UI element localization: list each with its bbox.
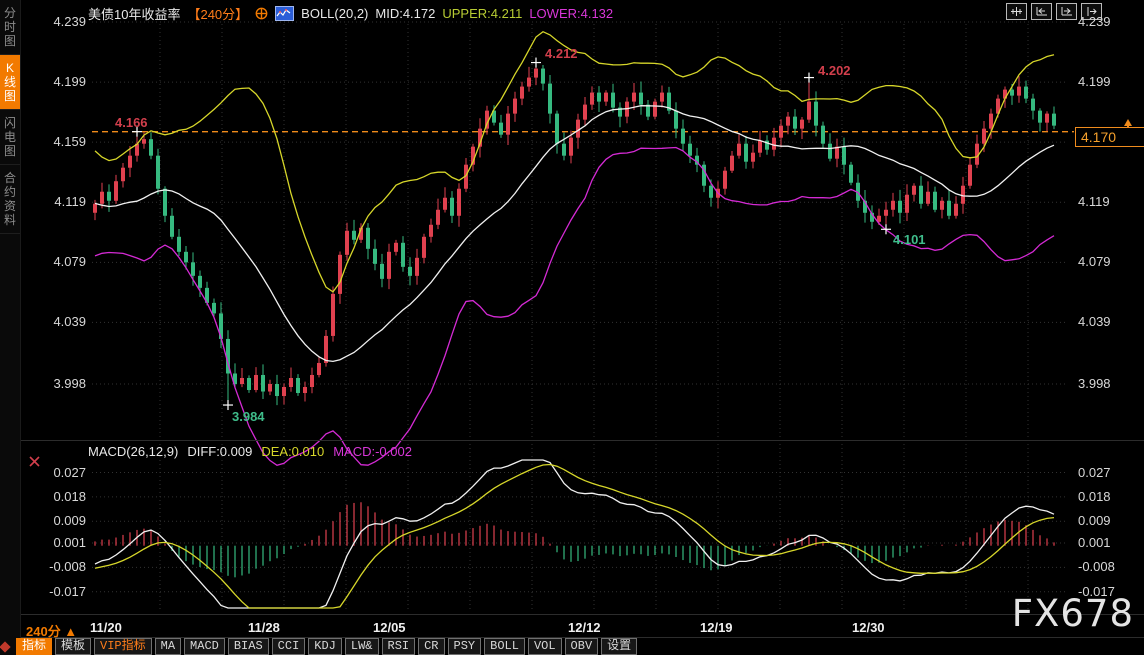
axis-tick-label: 0.009 — [24, 513, 86, 529]
pan-crosshair-icon[interactable] — [1006, 3, 1027, 20]
date-tick-label: 12/19 — [700, 620, 733, 635]
toolbar-button[interactable]: BOLL — [484, 638, 525, 655]
target-icon[interactable] — [255, 7, 268, 20]
axis-tick-label: 0.009 — [1078, 513, 1111, 529]
axis-tick-label: 0.001 — [24, 535, 86, 551]
chart-canvas[interactable] — [0, 0, 1144, 655]
symbol-title: 美债10年收益率 — [88, 4, 180, 23]
mini-chart-icon[interactable] — [275, 6, 294, 21]
macd-name-label: MACD(26,12,9) — [88, 444, 178, 459]
boll-mid-value: MID:4.172 — [375, 6, 435, 21]
date-tick-label: 12/05 — [373, 620, 406, 635]
macd-hist-value: MACD:-0.002 — [333, 444, 412, 459]
sidebar-item-tab[interactable]: 合约资料 — [0, 165, 20, 234]
toolbar-button[interactable]: KDJ — [308, 638, 342, 655]
toolbar-button[interactable]: VOL — [528, 638, 562, 655]
zoom-y-axis-icon[interactable] — [1056, 3, 1077, 20]
toolbar-button[interactable]: 指标 — [16, 638, 52, 655]
chart-header: 美债10年收益率 【240分】 BOLL(20,2) MID:4.172 UPP… — [88, 4, 613, 23]
zoom-x-axis-icon[interactable] — [1031, 3, 1052, 20]
axis-tick-label: 0.027 — [1078, 465, 1111, 481]
indicator-toolbar: 指标模板VIP指标MAMACDBIASCCIKDJLW&RSICRPSYBOLL… — [16, 638, 637, 655]
boll-upper-value: UPPER:4.211 — [442, 6, 522, 21]
toolbar-button[interactable]: RSI — [382, 638, 416, 655]
date-tick-label: 12/12 — [568, 620, 601, 635]
last-price-badge: 4.170 — [1075, 127, 1144, 147]
axis-tick-label: -0.008 — [1078, 559, 1115, 575]
axis-tick-label: 0.001 — [1078, 535, 1111, 551]
boll-indicator-label: BOLL(20,2) — [301, 6, 368, 21]
toolbar-button[interactable]: OBV — [565, 638, 599, 655]
toolbar-button[interactable]: VIP指标 — [94, 638, 152, 655]
toolbar-button[interactable]: LW& — [345, 638, 379, 655]
toolbar-button[interactable]: PSY — [448, 638, 482, 655]
watermark: FX678 — [1012, 592, 1134, 635]
macd-diff-value: DIFF:0.009 — [187, 444, 252, 459]
date-tick-label: 12/30 — [852, 620, 885, 635]
axis-tick-label: 0.018 — [24, 489, 86, 505]
panel-separator-macd-dates — [20, 614, 1144, 615]
sidebar: 分时图K线图闪电图合约资料 — [0, 0, 21, 655]
toolbar-button[interactable]: CCI — [272, 638, 306, 655]
axis-tick-label: 0.018 — [1078, 489, 1111, 505]
macd-axis-left: 0.027 0.018 0.009 0.001 -0.008 -0.017 — [24, 0, 86, 655]
macd-axis-right: 0.0270.0180.0090.001-0.008-0.017 — [1078, 0, 1140, 655]
toolbar-button[interactable]: CR — [418, 638, 444, 655]
toolbar-button[interactable]: MA — [155, 638, 181, 655]
toolbar-button[interactable]: 模板 — [55, 638, 91, 655]
axis-tick-label: 0.027 — [24, 465, 86, 481]
panel-separator-main-macd — [20, 440, 1144, 441]
axis-tick-label: -0.008 — [24, 559, 86, 575]
sidebar-item-tab[interactable]: 分时图 — [0, 0, 20, 55]
date-tick-label: 11/28 — [248, 620, 280, 635]
toolbar-button[interactable]: 设置 — [601, 638, 637, 655]
sidebar-item-tab[interactable]: 闪电图 — [0, 110, 20, 165]
interval-label[interactable]: 【240分】 — [187, 4, 248, 23]
boll-lower-value: LOWER:4.132 — [529, 6, 613, 21]
axis-tick-label: -0.017 — [24, 584, 86, 600]
toolbar-button[interactable]: BIAS — [228, 638, 269, 655]
app-root: 分时图K线图闪电图合约资料 美债10年收益率 【240分】 BOLL(20,2)… — [0, 0, 1144, 655]
macd-header: MACD(26,12,9) DIFF:0.009 DEA:0.010 MACD:… — [88, 444, 412, 459]
sidebar-item-active[interactable]: K线图 — [0, 55, 20, 110]
date-tick-label: 11/20 — [90, 620, 122, 635]
toolbar-button[interactable]: MACD — [184, 638, 225, 655]
macd-dea-value: DEA:0.010 — [261, 444, 324, 459]
